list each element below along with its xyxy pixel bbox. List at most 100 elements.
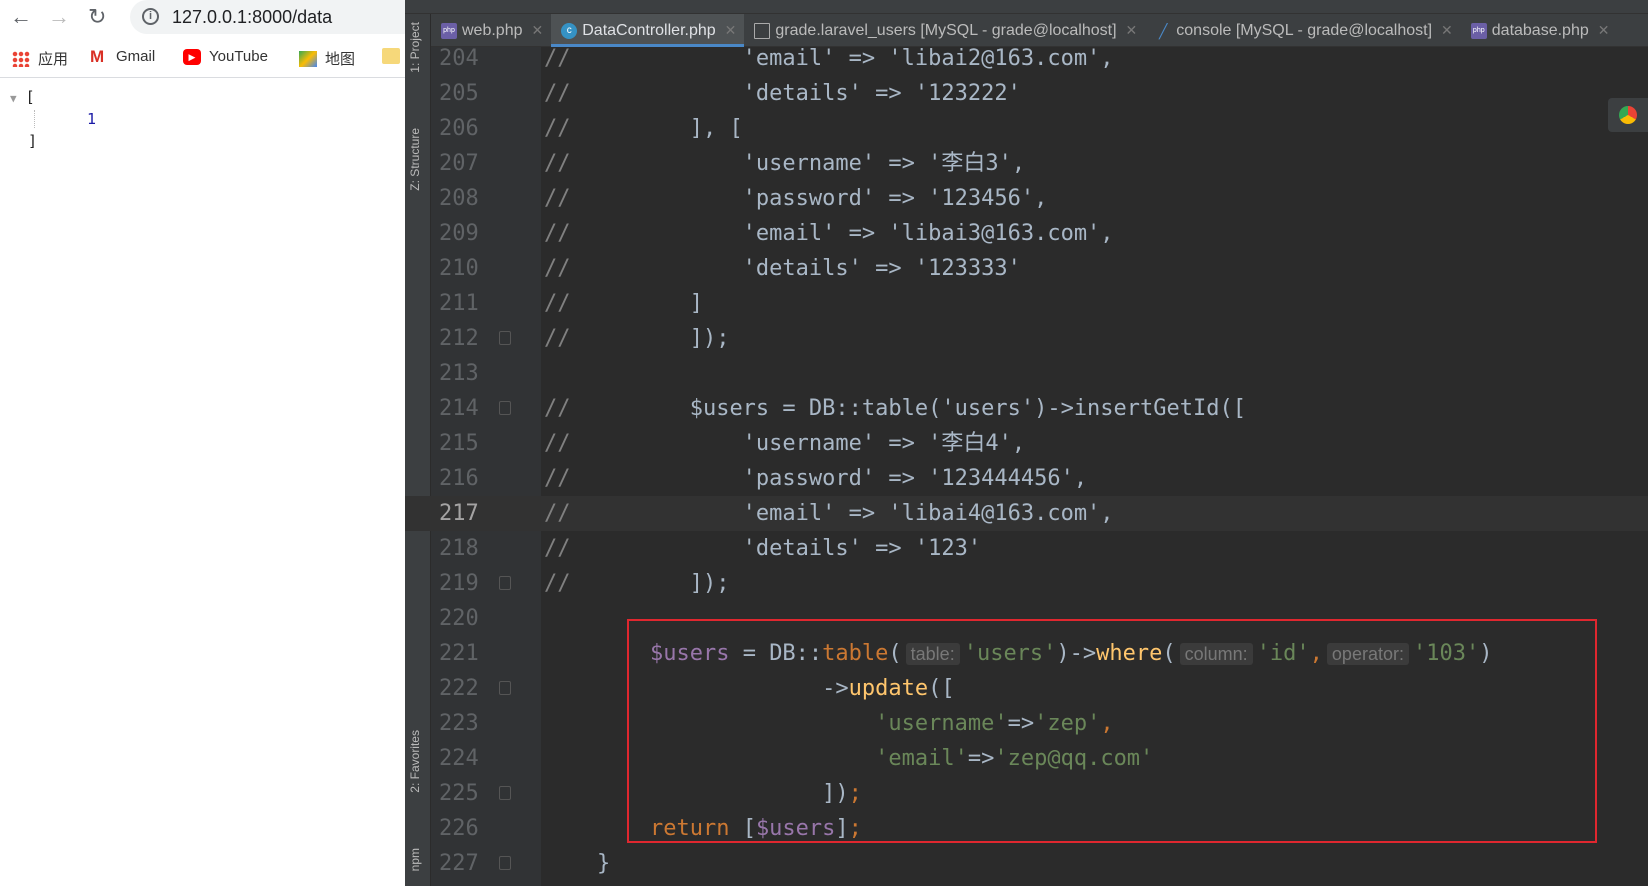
code-token: , bbox=[1309, 641, 1323, 666]
code-line[interactable]: 216 // 'password' => '123444456', bbox=[405, 461, 1648, 496]
tab-datacontroller[interactable]: c DataController.php ✕ bbox=[551, 14, 745, 47]
close-tab-icon[interactable]: ✕ bbox=[725, 22, 737, 39]
line-text: ->update([ bbox=[544, 671, 954, 706]
close-tab-icon[interactable]: ✕ bbox=[1441, 22, 1453, 39]
fold-marker-icon[interactable] bbox=[499, 786, 511, 800]
code-token: ], [ bbox=[570, 116, 743, 141]
youtube-icon: ▶ bbox=[183, 48, 201, 65]
code-line[interactable]: 210 // 'details' => '123333' bbox=[405, 251, 1648, 286]
code-line[interactable]: 209 // 'email' => 'libai3@163.com', bbox=[405, 216, 1648, 251]
bookmark-youtube[interactable]: ▶ YouTube bbox=[183, 48, 268, 65]
json-bracket-open: [ bbox=[25, 88, 35, 106]
line-number: 214 bbox=[439, 396, 479, 421]
url-text: 127.0.0.1:8000/data bbox=[172, 7, 333, 27]
code-token: 'details' => '123222' bbox=[570, 81, 1021, 106]
code-line[interactable]: 208 // 'password' => '123456', bbox=[405, 181, 1648, 216]
code-token: // bbox=[544, 116, 571, 141]
open-in-chrome-button[interactable] bbox=[1608, 98, 1648, 132]
bookmark-label: 地图 bbox=[325, 51, 356, 68]
code-editor[interactable]: 204 // 'email' => 'libai2@163.com', 205 // … bbox=[405, 47, 1648, 886]
code-token: where bbox=[1096, 641, 1163, 666]
tab-grade[interactable]: grade.laravel_users [MySQL - grade@local… bbox=[744, 14, 1145, 47]
tab-database[interactable]: php database.php ✕ bbox=[1461, 14, 1618, 47]
close-tab-icon[interactable]: ✕ bbox=[532, 22, 544, 39]
line-text: // 'username' => '李白4', bbox=[544, 426, 1025, 461]
info-icon[interactable]: i bbox=[142, 8, 159, 25]
address-bar[interactable]: i 127.0.0.1:8000/data bbox=[130, 0, 420, 34]
code-token: ]); bbox=[570, 326, 730, 351]
line-number: 207 bbox=[439, 151, 479, 176]
code-token: , bbox=[1100, 711, 1114, 736]
code-line[interactable]: 211 // ] bbox=[405, 286, 1648, 321]
tab-console[interactable]: ╱ console [MySQL - grade@localhost] ✕ bbox=[1145, 14, 1461, 47]
line-number: 205 bbox=[439, 81, 479, 106]
close-tab-icon[interactable]: ✕ bbox=[1126, 22, 1138, 39]
code-line[interactable]: 218 // 'details' => '123' bbox=[405, 531, 1648, 566]
line-number: 211 bbox=[439, 291, 479, 316]
code-line[interactable]: 212 // ]); bbox=[405, 321, 1648, 356]
bookmark-folder[interactable] bbox=[382, 48, 400, 64]
code-line[interactable]: 227 } bbox=[405, 846, 1648, 881]
code-line[interactable]: 225 ]); bbox=[405, 776, 1648, 811]
line-text: ]); bbox=[544, 776, 862, 811]
code-line[interactable]: 226 return [$users]; bbox=[405, 811, 1648, 846]
code-token: $users = DB::table('users')->insertGetId… bbox=[570, 396, 1247, 421]
close-tab-icon[interactable]: ✕ bbox=[1598, 22, 1610, 39]
code-token: ; bbox=[848, 816, 862, 841]
code-token: table bbox=[822, 641, 889, 666]
code-token: 'zep@qq.com' bbox=[994, 746, 1154, 771]
fold-marker-icon[interactable] bbox=[499, 401, 511, 415]
code-token: // bbox=[544, 396, 571, 421]
code-line[interactable]: 222 ->update([ bbox=[405, 671, 1648, 706]
code-line[interactable]: 220 bbox=[405, 601, 1648, 636]
apps-grid-icon bbox=[12, 50, 30, 67]
tab-web[interactable]: php web.php ✕ bbox=[431, 14, 551, 47]
code-token: // bbox=[544, 47, 571, 71]
code-token: // bbox=[544, 501, 571, 526]
code-line[interactable]: 204 // 'email' => 'libai2@163.com', bbox=[405, 47, 1648, 76]
code-line[interactable]: 206 // ], [ bbox=[405, 111, 1648, 146]
line-text: // ] bbox=[544, 286, 703, 321]
code-line[interactable]: 224 'email'=>'zep@qq.com' bbox=[405, 741, 1648, 776]
line-text: // 'details' => '123333' bbox=[544, 251, 1021, 286]
bookmark-apps[interactable]: 应用 bbox=[12, 48, 68, 69]
line-text: $users = DB::table(table:'users')->where… bbox=[544, 636, 1492, 672]
code-line[interactable]: 213 bbox=[405, 356, 1648, 391]
chrome-icon bbox=[1619, 106, 1637, 124]
line-text: // ]); bbox=[544, 566, 729, 601]
code-line[interactable]: 221 $users = DB::table(table:'users')->w… bbox=[405, 636, 1648, 671]
fold-marker-icon[interactable] bbox=[499, 856, 511, 870]
line-number: 219 bbox=[439, 571, 479, 596]
code-line[interactable]: 223 'username'=>'zep', bbox=[405, 706, 1648, 741]
collapse-triangle-icon[interactable]: ▼ bbox=[10, 92, 17, 105]
code-line[interactable]: 214 // $users = DB::table('users')->inser… bbox=[405, 391, 1648, 426]
reload-button[interactable]: ↻ bbox=[88, 4, 106, 30]
code-line[interactable]: 215 // 'username' => '李白4', bbox=[405, 426, 1648, 461]
code-token: 'username' => '李白4', bbox=[570, 431, 1026, 456]
back-button[interactable]: ← bbox=[10, 4, 32, 30]
code-line[interactable]: 205 // 'details' => '123222' bbox=[405, 76, 1648, 111]
tab-label: DataController.php bbox=[582, 21, 716, 39]
bookmark-maps[interactable]: 地图 bbox=[299, 48, 355, 69]
bookmark-gmail[interactable]: M Gmail bbox=[90, 48, 155, 66]
line-text: // 'password' => '123444456', bbox=[544, 461, 1087, 496]
code-line[interactable]: 217 // 'email' => 'libai4@163.com', bbox=[405, 496, 1648, 531]
line-text: } bbox=[544, 846, 610, 881]
fold-marker-icon[interactable] bbox=[499, 681, 511, 695]
code-line[interactable]: 219 // ]); bbox=[405, 566, 1648, 601]
line-number: 225 bbox=[439, 781, 479, 806]
console-icon: ╱ bbox=[1159, 22, 1168, 39]
browser-toolbar: ← → ↻ i 127.0.0.1:8000/data bbox=[0, 0, 420, 36]
code-token: -> bbox=[544, 676, 849, 701]
line-number: 224 bbox=[439, 746, 479, 771]
code-token: => bbox=[1007, 711, 1035, 736]
fold-marker-icon[interactable] bbox=[499, 576, 511, 590]
line-number: 210 bbox=[439, 256, 479, 281]
code-line[interactable]: 207 // 'username' => '李白3', bbox=[405, 146, 1648, 181]
forward-button[interactable]: → bbox=[48, 4, 70, 30]
fold-marker-icon[interactable] bbox=[499, 331, 511, 345]
line-text: // 'password' => '123456', bbox=[544, 181, 1047, 216]
